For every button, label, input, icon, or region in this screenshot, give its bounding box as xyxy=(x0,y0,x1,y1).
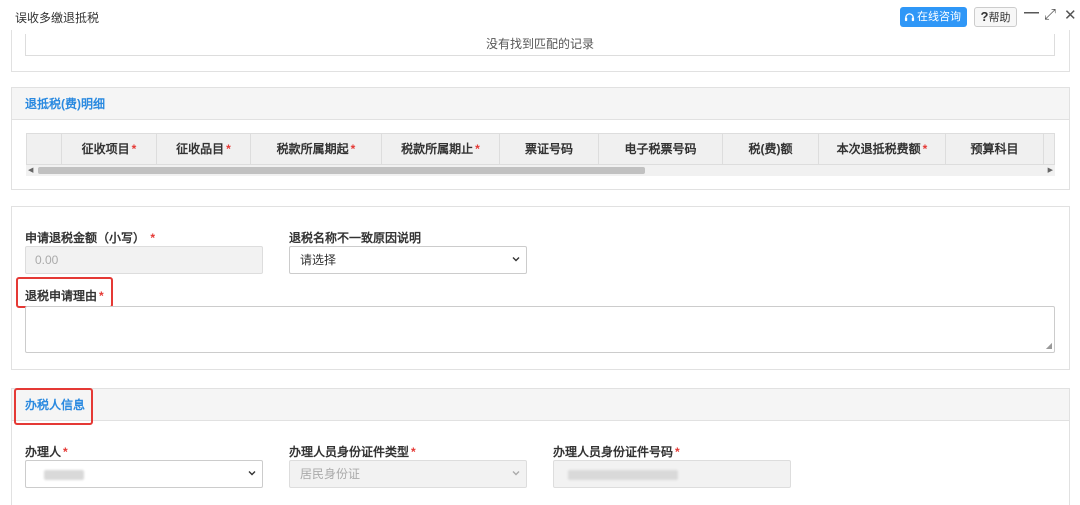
column-header: 本次退抵税费额 * xyxy=(819,134,946,164)
mismatch-reason-select[interactable]: 请选择 xyxy=(289,246,527,274)
column-header: 电子税票号码 xyxy=(599,134,723,164)
table-header-blank xyxy=(27,134,62,164)
no-records-message: 没有找到匹配的记录 xyxy=(25,34,1055,56)
handler-info-title: 办税人信息 xyxy=(12,389,1069,421)
mismatch-reason-label: 退税名称不一致原因说明 xyxy=(289,231,422,245)
chevron-down-icon xyxy=(248,471,256,476)
window-title: 误收多缴退抵税 xyxy=(15,11,100,25)
mismatch-reason-value: 请选择 xyxy=(300,253,337,267)
chevron-down-icon xyxy=(512,471,520,476)
column-header: 税款所属期起 * xyxy=(251,134,382,164)
resize-handle-icon[interactable]: ◢ xyxy=(1046,341,1052,350)
maximize-icon[interactable]: ⤢ xyxy=(1044,6,1056,23)
id-type-select[interactable]: 居民身份证 xyxy=(289,460,527,488)
highlight-box-handler xyxy=(14,388,93,425)
redacted-id-number xyxy=(568,470,678,480)
column-header: 征收品目 * xyxy=(157,134,251,164)
id-number-input[interactable] xyxy=(553,460,791,488)
column-header: 票证号码 xyxy=(500,134,599,164)
scroll-left-icon[interactable]: ◀ xyxy=(28,165,33,176)
column-header: 税(费)额 xyxy=(723,134,819,164)
column-header: 税款所属期止 * xyxy=(382,134,500,164)
help-button[interactable]: ?帮助 xyxy=(974,7,1017,27)
handler-person-select[interactable] xyxy=(25,460,263,488)
help-label: 帮助 xyxy=(988,12,1011,24)
window-titlebar: 误收多缴退抵税 在线咨询 ?帮助 — ⤢ ✕ xyxy=(0,0,1080,34)
refund-reason-textarea[interactable]: ◢ xyxy=(25,306,1055,353)
highlight-box-reason xyxy=(16,277,113,308)
redacted-name xyxy=(44,470,84,480)
online-consult-label: 在线咨询 xyxy=(917,11,961,23)
amount-label: 申请退税金额（小写） * xyxy=(25,231,156,245)
online-consult-button[interactable]: 在线咨询 xyxy=(900,7,967,27)
scrollbar-thumb[interactable] xyxy=(38,167,645,174)
column-header: 预算科目 xyxy=(946,134,1044,164)
handler-person-label: 办理人 * xyxy=(25,445,68,459)
refund-detail-title: 退抵税(费)明细 xyxy=(12,88,1069,120)
id-type-label: 办理人员身份证件类型 * xyxy=(289,445,416,459)
headset-icon xyxy=(904,12,915,21)
id-type-value: 居民身份证 xyxy=(300,467,361,481)
id-number-label: 办理人员身份证件号码 * xyxy=(553,445,680,459)
horizontal-scrollbar[interactable]: ◀ ▶ xyxy=(26,165,1055,176)
column-header: 征收项目 * xyxy=(62,134,157,164)
scroll-right-icon[interactable]: ▶ xyxy=(1048,165,1053,176)
refund-detail-table-header: 征收项目 * 征收品目 * 税款所属期起 * 税款所属期止 * 票证号码 电子税票号码 … xyxy=(26,133,1055,165)
chevron-down-icon xyxy=(512,257,520,262)
amount-input[interactable]: 0.00 xyxy=(25,246,263,274)
minimize-icon[interactable]: — xyxy=(1024,4,1039,21)
close-icon[interactable]: ✕ xyxy=(1064,6,1077,24)
